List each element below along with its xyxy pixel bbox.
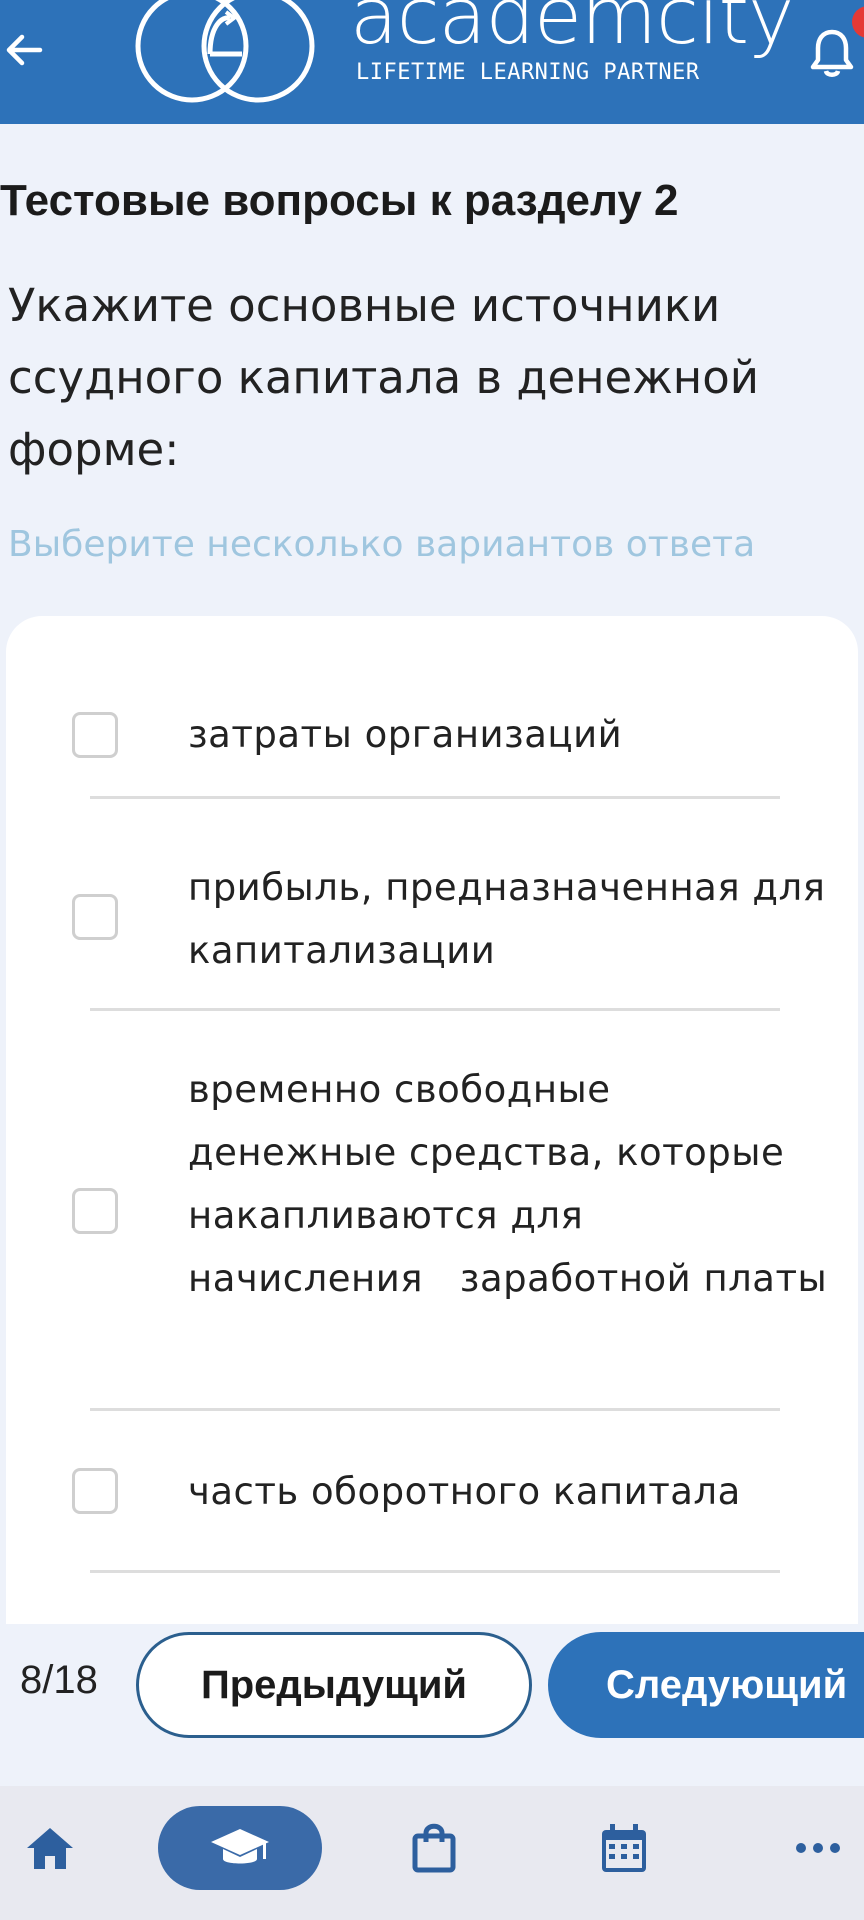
question-counter: 8/18 — [20, 1658, 98, 1702]
option-item[interactable]: затраты организаций — [6, 670, 858, 780]
option-item[interactable]: временно свободные денежные средства, ко… — [6, 1036, 858, 1376]
app-header: academcity LIFETIME LEARNING PARTNER — [0, 0, 864, 124]
options-card: затраты организаций прибыль, предназначе… — [6, 616, 858, 1716]
option-checkbox[interactable] — [72, 894, 118, 940]
option-divider — [90, 796, 780, 799]
option-item[interactable]: часть оборотного капитала — [6, 1436, 858, 1556]
option-label: прибыль, предназначенная для капитализац… — [188, 866, 838, 972]
option-item[interactable]: прибыль, предназначенная для капитализац… — [6, 830, 858, 976]
more-icon — [796, 1843, 840, 1853]
option-label: затраты организаций — [188, 713, 623, 756]
tab-home[interactable] — [18, 1806, 82, 1890]
back-button[interactable] — [0, 22, 48, 78]
tab-shop[interactable] — [402, 1806, 466, 1890]
question-text: Укажите основные источники ссудного капи… — [8, 279, 759, 476]
bottom-tab-bar — [0, 1786, 864, 1920]
notifications-button[interactable] — [808, 26, 864, 86]
next-button[interactable]: Следующий — [548, 1632, 864, 1738]
option-divider — [90, 1570, 780, 1573]
academcity-logo-icon — [135, 0, 315, 103]
bell-icon — [810, 29, 854, 77]
section-title: Тестовые вопросы к разделу 2 — [0, 176, 679, 225]
tab-calendar[interactable] — [592, 1806, 656, 1890]
tab-courses[interactable] — [158, 1806, 322, 1890]
arrow-left-icon — [6, 34, 43, 66]
option-label: часть оборотного капитала — [188, 1470, 741, 1513]
option-divider — [90, 1008, 780, 1011]
question-pager: 8/18 Предыдущий Следующий — [0, 1624, 864, 1784]
option-label: временно свободные денежные средства, ко… — [188, 1068, 828, 1300]
answer-hint: Выберите несколько вариантов ответа — [8, 524, 756, 565]
option-checkbox[interactable] — [72, 1188, 118, 1234]
graduation-cap-icon — [211, 1829, 269, 1864]
calendar-icon — [602, 1824, 646, 1872]
shopping-bag-icon — [412, 1823, 456, 1873]
home-icon — [27, 1828, 73, 1869]
brand-name: academcity — [350, 0, 794, 62]
option-divider — [90, 1408, 780, 1411]
option-checkbox[interactable] — [72, 712, 118, 758]
brand-tagline: LIFETIME LEARNING PARTNER — [356, 60, 700, 85]
previous-button[interactable]: Предыдущий — [136, 1632, 532, 1738]
tab-more[interactable] — [786, 1806, 850, 1890]
option-checkbox[interactable] — [72, 1468, 118, 1514]
quiz-screen: academcity LIFETIME LEARNING PARTNER Тес… — [0, 0, 864, 1920]
